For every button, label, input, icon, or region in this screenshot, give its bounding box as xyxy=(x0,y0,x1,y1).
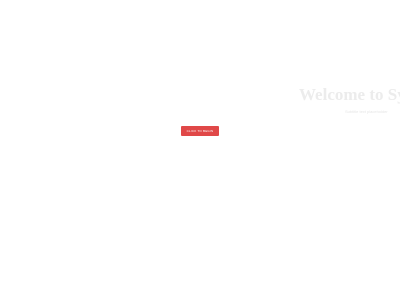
hero-subtitle: Subtitle text placeholder xyxy=(345,109,388,114)
hero-title: Welcome to Sy xyxy=(299,85,400,104)
cta-button[interactable]: CLICK TO BEGIN xyxy=(181,126,219,136)
welcome-page: Welcome to Sy Subtitle text placeholder … xyxy=(0,0,400,300)
